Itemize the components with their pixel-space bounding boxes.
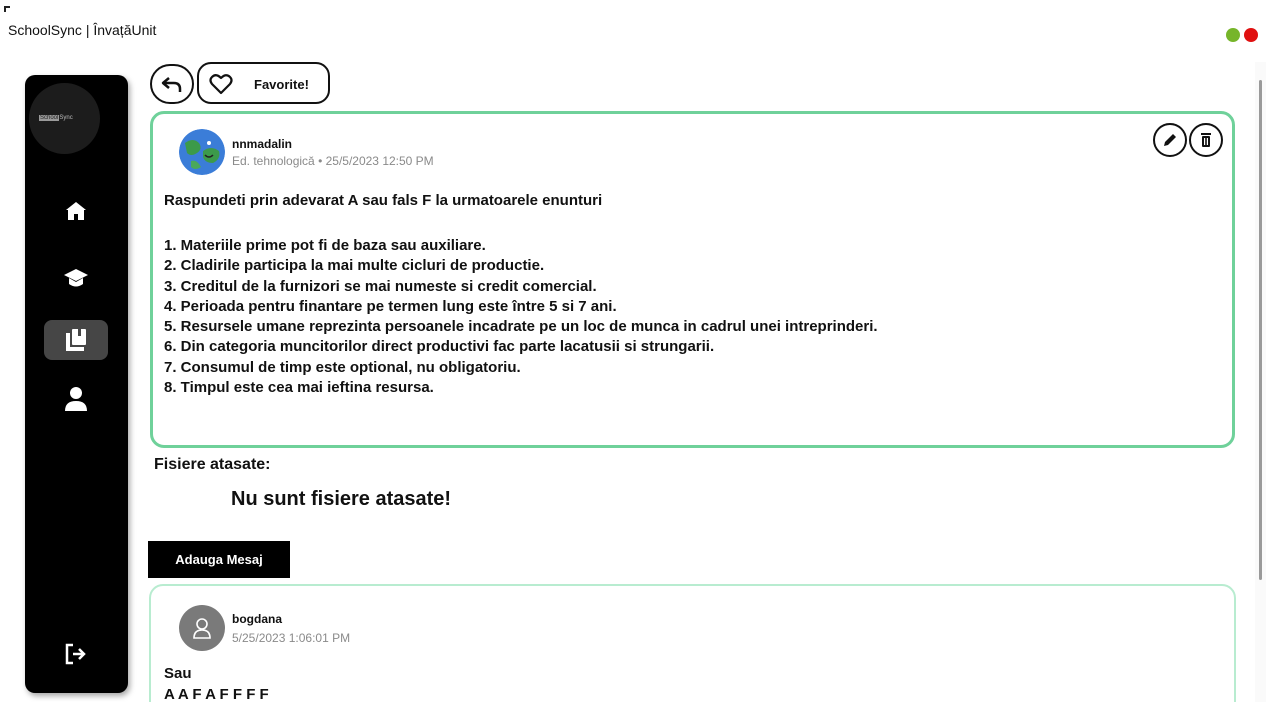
- comment-text: A A F A F F F F: [164, 686, 269, 702]
- sidebar-item-profile[interactable]: [44, 379, 108, 419]
- no-attachments-message: Nu sunt fisiere atasate!: [231, 488, 452, 510]
- logo-suffix: Sync: [59, 115, 73, 121]
- home-icon: [66, 202, 86, 220]
- back-button[interactable]: [150, 64, 194, 104]
- person-icon: [65, 387, 87, 411]
- status-dot-green[interactable]: [1226, 28, 1240, 42]
- app-logo: SchoolSync: [29, 83, 100, 154]
- trash-icon: [1201, 133, 1211, 147]
- logout-button[interactable]: [44, 634, 108, 674]
- list-item: 7. Consumul de timp este optional, nu ob…: [164, 358, 521, 376]
- comment-author[interactable]: bogdana: [232, 612, 282, 626]
- list-item: 8. Timpul este cea mai ieftina resursa.: [164, 379, 434, 397]
- window-corner-mark: [4, 6, 10, 12]
- edit-post-button[interactable]: [1153, 123, 1187, 157]
- list-item: 3. Creditul de la furnizori se mai numes…: [164, 277, 597, 295]
- post-author[interactable]: nnmadalin: [232, 137, 292, 151]
- globe-avatar-icon: [179, 129, 225, 175]
- sidebar-item-courses[interactable]: [44, 258, 108, 298]
- book-icon: [66, 329, 86, 351]
- status-dot-red[interactable]: [1244, 28, 1258, 42]
- post-meta: Ed. tehnologică • 25/5/2023 12:50 PM: [232, 154, 434, 168]
- list-item: 1. Materiile prime pot fi de baza sau au…: [164, 237, 486, 254]
- app-window: SchoolSync | ÎnvațăUnit SchoolSync Favor…: [0, 0, 1266, 702]
- user-placeholder-icon: [193, 618, 211, 639]
- add-message-button[interactable]: Adauga Mesaj: [148, 541, 290, 578]
- attachments-label: Fisiere atasate:: [154, 456, 271, 473]
- heart-icon: [209, 74, 233, 95]
- post-card: nnmadalin Ed. tehnologică • 25/5/2023 12…: [150, 111, 1235, 448]
- scrollbar-thumb[interactable]: [1259, 80, 1262, 580]
- pencil-icon: [1164, 134, 1176, 146]
- logout-icon: [65, 643, 86, 665]
- title-bar: SchoolSync | ÎnvațăUnit: [0, 0, 1266, 60]
- favorite-button[interactable]: Favorite!: [197, 62, 330, 104]
- app-logo-text: SchoolSync: [39, 115, 73, 121]
- comment-text: Sau: [164, 665, 192, 682]
- app-title: SchoolSync | ÎnvațăUnit: [8, 22, 157, 38]
- comment-card: bogdana 5/25/2023 1:06:01 PM Sau A A F A…: [149, 584, 1236, 702]
- post-title: Raspundeti prin adevarat A sau fals F la…: [164, 192, 603, 209]
- list-item: 2. Cladirile participa la mai multe cicl…: [164, 257, 545, 275]
- delete-post-button[interactable]: [1189, 123, 1223, 157]
- favorite-label: Favorite!: [254, 77, 309, 92]
- author-avatar[interactable]: [179, 129, 225, 175]
- back-arrow-icon: [161, 77, 182, 92]
- sidebar-item-home[interactable]: [44, 191, 108, 231]
- comment-avatar[interactable]: [179, 605, 225, 651]
- post-statements-list: 1. Materiile prime pot fi de baza sau au…: [164, 236, 878, 398]
- graduation-cap-icon: [64, 269, 88, 287]
- list-item: 6. Din categoria muncitorilor direct pro…: [164, 338, 715, 356]
- list-item: 4. Perioada pentru finantare pe termen l…: [164, 297, 617, 315]
- comment-timestamp: 5/25/2023 1:06:01 PM: [232, 631, 351, 645]
- logo-prefix: School: [39, 115, 60, 121]
- list-item: 5. Resursele umane reprezinta persoanele…: [164, 318, 878, 336]
- sidebar-item-library[interactable]: [44, 320, 108, 360]
